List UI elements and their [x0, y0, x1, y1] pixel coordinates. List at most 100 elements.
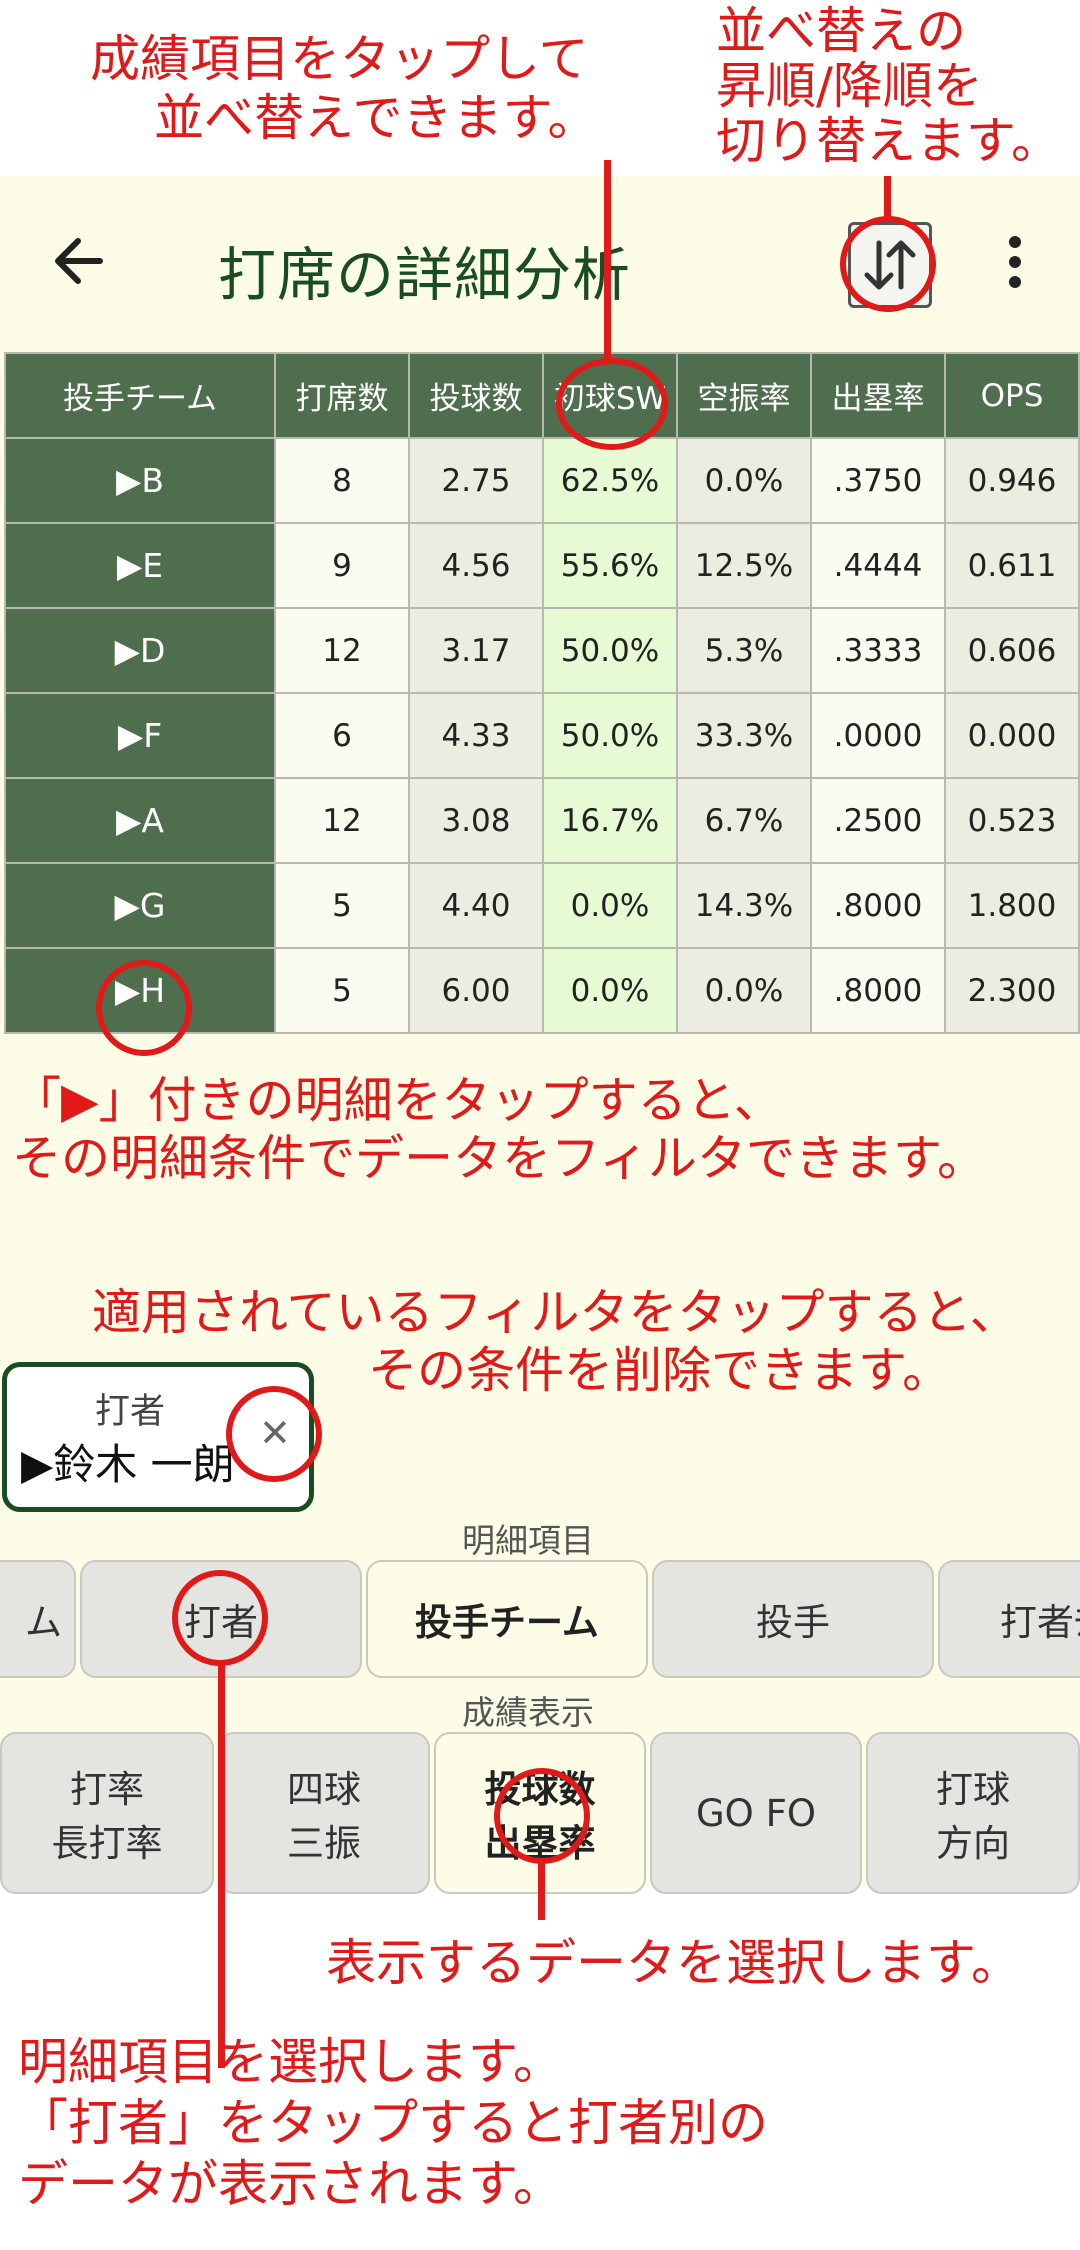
table-row[interactable]: ▶B 8 2.75 62.5% 0.0% .3750 0.946 [4, 437, 1080, 524]
table-cell: 50.0% [542, 692, 678, 779]
table-row[interactable]: ▶E 9 4.56 55.6% 12.5% .4444 0.611 [4, 522, 1080, 609]
table-cell: 12.5% [676, 522, 812, 609]
header-ops[interactable]: OPS [944, 352, 1080, 439]
row-team-filter[interactable]: ▶A [4, 777, 276, 864]
table-cell: .3750 [810, 437, 946, 524]
annotation-line: 明細項目を選択します。 [18, 2033, 563, 2091]
table-cell: .2500 [810, 777, 946, 864]
arrow-left-icon[interactable] [50, 226, 120, 296]
table-cell: 0.606 [944, 607, 1080, 694]
annotation-line: データが表示されます。 [18, 2155, 563, 2213]
row-team-filter[interactable]: ▶D [4, 607, 276, 694]
tab-stats-avg-slg[interactable]: 打率 長打率 [0, 1732, 214, 1894]
annotation-line: 「打者」をタップすると打者別の [18, 2094, 768, 2152]
row-team-filter[interactable]: ▶E [4, 522, 276, 609]
table-row[interactable]: ▶F 6 4.33 50.0% 33.3% .0000 0.000 [4, 692, 1080, 779]
table-row[interactable]: ▶G 5 4.40 0.0% 14.3% .8000 1.800 [4, 862, 1080, 949]
table-cell: .8000 [810, 862, 946, 949]
table-row[interactable]: ▶D 12 3.17 50.0% 5.3% .3333 0.606 [4, 607, 1080, 694]
callout-ring-stats-tab [494, 1768, 590, 1864]
table-cell: 5.3% [676, 607, 812, 694]
callout-line-sort [884, 176, 891, 220]
annotation-line: その明細条件でデータをフィルタできます。 [12, 1129, 987, 1187]
table-cell: 0.0% [676, 437, 812, 524]
callout-ring-batter-tab [172, 1570, 268, 1666]
tab-detail-batter-team[interactable]: 打者ﾁ [938, 1560, 1080, 1678]
table-cell: 1.800 [944, 862, 1080, 949]
table-cell: 4.40 [408, 862, 544, 949]
table-cell: 50.0% [542, 607, 678, 694]
tab-label: 投手チーム [415, 1601, 599, 1644]
annotation-line: 切り替えます。 [716, 112, 1061, 170]
callout-line-batter-tab [218, 1664, 225, 2068]
tab-line: 四球 [287, 1768, 361, 1811]
table-row[interactable]: ▶A 12 3.08 16.7% 6.7% .2500 0.523 [4, 777, 1080, 864]
table-cell: 3.17 [408, 607, 544, 694]
annotation-line: 「▶」付きの明細をタップすると、 [12, 1072, 783, 1129]
table-cell: .3333 [810, 607, 946, 694]
more-vertical-icon[interactable] [1000, 232, 1030, 292]
table-cell: 4.33 [408, 692, 544, 779]
header-pitcher-team[interactable]: 投手チーム [4, 352, 276, 439]
table-header-row: 投手チーム 打席数 投球数 初球SW 空振率 出塁率 OPS [4, 352, 1080, 439]
table-cell: 0.0% [542, 862, 678, 949]
table-cell: 5 [274, 947, 410, 1034]
tab-label: ム [25, 1601, 62, 1644]
row-team-filter[interactable]: ▶F [4, 692, 276, 779]
tab-label: 打者ﾁ [1000, 1601, 1080, 1644]
table-cell: 6 [274, 692, 410, 779]
table-cell: 12 [274, 607, 410, 694]
annotation-order-hint: 並べ替えの 昇順/降順を 切り替えます。 [716, 4, 1061, 169]
table-cell: 16.7% [542, 777, 678, 864]
callout-ring-row-h [96, 960, 192, 1056]
header-obp[interactable]: 出塁率 [810, 352, 946, 439]
annotation-detail-hint: 明細項目を選択します。 「打者」をタップすると打者別の データが表示されます。 [18, 2032, 768, 2215]
annotation-line: 成績項目をタップして [90, 30, 589, 88]
tab-stats-direction[interactable]: 打球 方向 [866, 1732, 1080, 1894]
annotation-line: 並べ替えの [716, 2, 966, 60]
table-cell: 3.08 [408, 777, 544, 864]
row-team-filter[interactable]: ▶B [4, 437, 276, 524]
header-pitches[interactable]: 投球数 [408, 352, 544, 439]
callout-line-stats-tab [538, 1862, 545, 1920]
header-plate-appearances[interactable]: 打席数 [274, 352, 410, 439]
callout-ring-sort [840, 216, 936, 312]
annotation-display-hint: 表示するデータを選択します。 [326, 1934, 1021, 1992]
page-title: 打席の詳細分析 [218, 241, 632, 309]
table-cell: 8 [274, 437, 410, 524]
tab-detail-pitcher[interactable]: 投手 [652, 1560, 934, 1678]
tab-detail-pitcher-team[interactable]: 投手チーム [366, 1560, 648, 1678]
row-team-filter[interactable]: ▶G [4, 862, 276, 949]
annotation-sort-hint: 成績項目をタップして 並べ替えできます。 [90, 30, 598, 148]
table-cell: 2.300 [944, 947, 1080, 1034]
stats-table: 投手チーム 打席数 投球数 初球SW 空振率 出塁率 OPS ▶B 8 2.75 62… [4, 352, 1080, 1034]
table-cell: 33.3% [676, 692, 812, 779]
table-cell: 6.7% [676, 777, 812, 864]
table-cell: 12 [274, 777, 410, 864]
table-cell: .8000 [810, 947, 946, 1034]
annotation-line: 適用されているフィルタをタップすると、 [92, 1284, 1019, 1341]
filter-chip-value: ▶鈴木 一朗 [21, 1440, 235, 1489]
tab-line: GO FO [696, 1791, 816, 1835]
tab-line: 三振 [287, 1822, 361, 1865]
table-cell: 9 [274, 522, 410, 609]
tab-detail-partial[interactable]: ム [0, 1560, 76, 1678]
table-cell: 0.611 [944, 522, 1080, 609]
callout-ring-header [556, 358, 668, 450]
table-cell: 0.0% [542, 947, 678, 1034]
table-cell: 14.3% [676, 862, 812, 949]
tab-line: 打球 [936, 1768, 1010, 1811]
header-whiff-rate[interactable]: 空振率 [676, 352, 812, 439]
table-cell: 5 [274, 862, 410, 949]
table-cell: 2.75 [408, 437, 544, 524]
table-cell: 0.000 [944, 692, 1080, 779]
callout-line-header [604, 160, 611, 360]
table-cell: 6.00 [408, 947, 544, 1034]
tab-stats-bb-k[interactable]: 四球 三振 [218, 1732, 430, 1894]
tab-line: 打率 [70, 1768, 144, 1811]
callout-ring-chip-close [226, 1386, 322, 1482]
table-cell: 4.56 [408, 522, 544, 609]
tab-stats-gofo[interactable]: GO FO [650, 1732, 862, 1894]
table-cell: .0000 [810, 692, 946, 779]
annotation-filter-hint: 「▶」付きの明細をタップすると、 その明細条件でデータをフィルタできます。 [12, 1072, 986, 1188]
